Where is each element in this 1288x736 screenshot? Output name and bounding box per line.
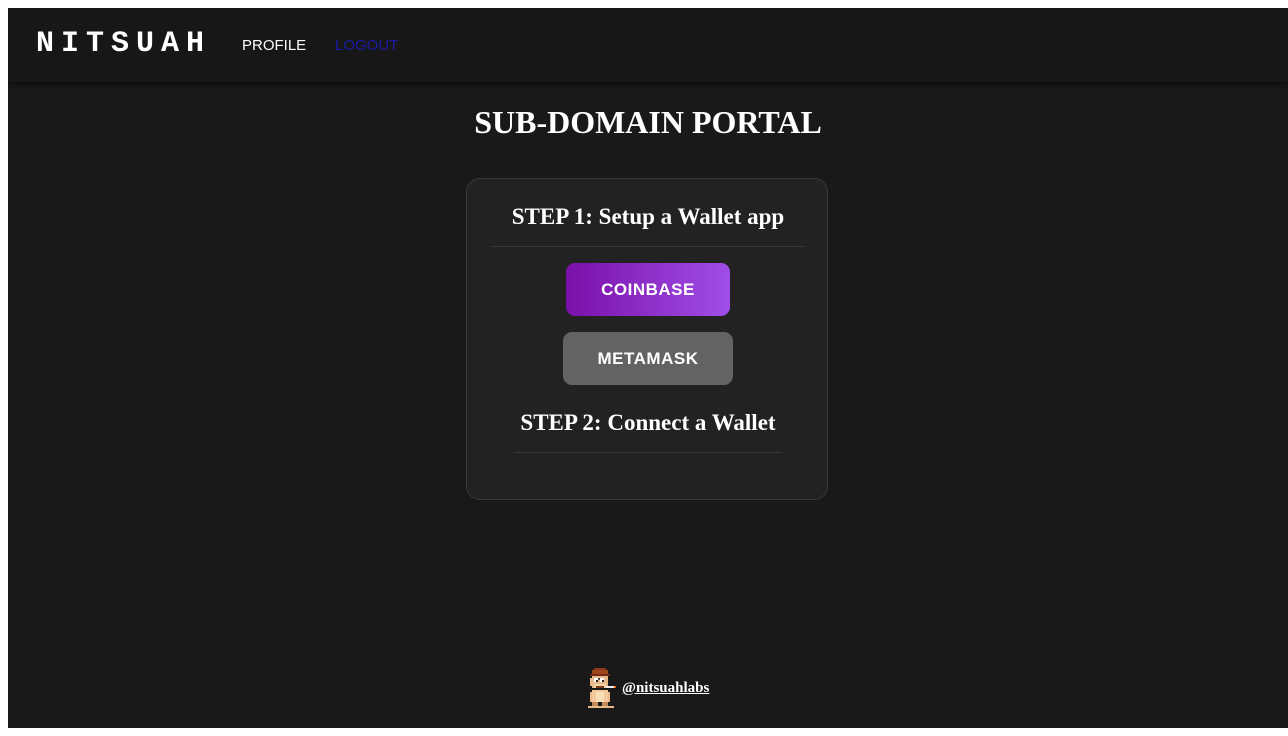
step1-divider <box>491 246 805 247</box>
app-frame: NITSUAH PROFILE LOGOUT SUB-DOMAIN PORTAL… <box>8 8 1288 728</box>
pixel-ape-avatar-icon <box>588 668 616 708</box>
nav-profile-link[interactable]: PROFILE <box>242 37 306 54</box>
step2-divider <box>515 452 781 453</box>
step1-heading: STEP 1: Setup a Wallet app <box>511 204 785 229</box>
page-title: SUB-DOMAIN PORTAL <box>474 104 822 140</box>
coinbase-button[interactable]: COINBASE <box>566 263 730 316</box>
nav-logout-link[interactable]: LOGOUT <box>335 37 398 54</box>
top-navbar: NITSUAH PROFILE LOGOUT <box>8 8 1288 82</box>
step2-heading: STEP 2: Connect a Wallet <box>520 410 776 435</box>
brand-logo[interactable]: NITSUAH <box>36 27 211 61</box>
footer: @nitsuahlabs <box>586 668 709 708</box>
wallet-setup-card: STEP 1: Setup a Wallet app COINBASE META… <box>466 178 828 500</box>
metamask-button[interactable]: METAMASK <box>563 332 733 385</box>
footer-handle-link[interactable]: @nitsuahlabs <box>622 680 709 697</box>
